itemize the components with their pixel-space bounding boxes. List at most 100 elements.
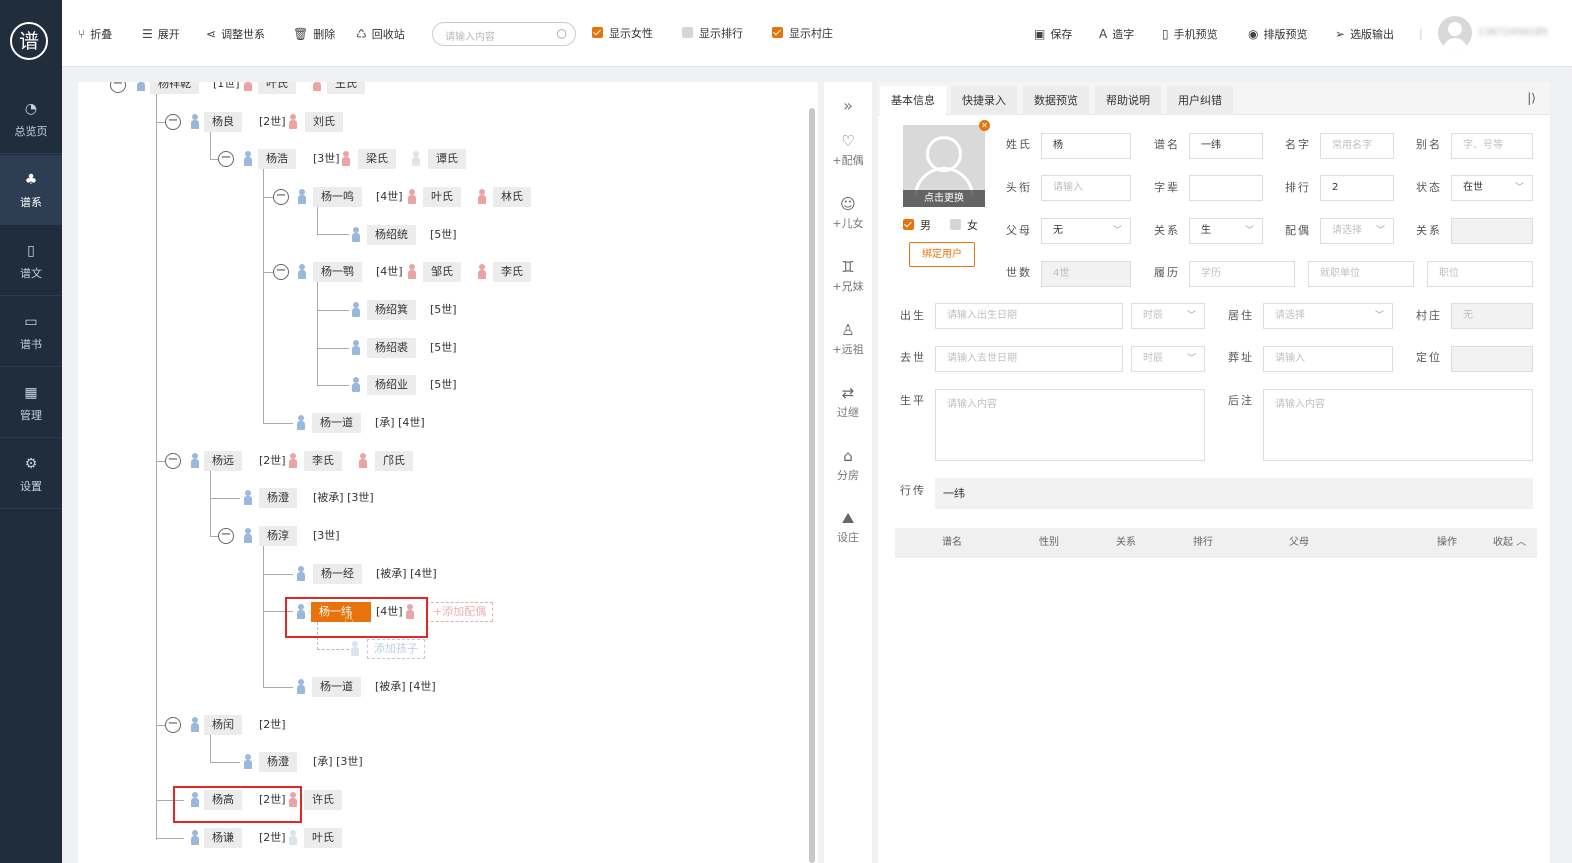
person-node[interactable]: 杨澄 [259, 752, 297, 772]
person-node[interactable]: 杨一鹗 [313, 262, 362, 282]
spouse-node[interactable]: 邹氏 [423, 262, 461, 282]
note-textarea[interactable]: 请输入内容 [1263, 389, 1533, 461]
checkbox-checked[interactable] [592, 27, 603, 38]
nav-manage[interactable]: ▦ 管理 [0, 368, 62, 438]
adopt-tool[interactable]: ⇄ 过继 [824, 384, 872, 420]
spouse-node[interactable]: 梁氏 [358, 149, 396, 169]
birth-time-select[interactable]: 时辰 ﹀ [1131, 303, 1205, 329]
alias-input[interactable]: 字、号等 [1451, 133, 1533, 159]
rank-input[interactable]: 2 [1320, 175, 1394, 201]
spouse-select[interactable]: 请选择 ﹀ [1320, 218, 1394, 244]
show-female-checkbox[interactable]: 显示女性 [592, 26, 653, 42]
spouse-node[interactable]: 叶氏 [304, 828, 342, 848]
puname-input[interactable]: 一纬 [1189, 133, 1263, 159]
burial-input[interactable]: 请输入 [1263, 346, 1393, 372]
person-node[interactable]: 杨远 [204, 451, 242, 471]
person-node[interactable]: 杨谦 [204, 828, 242, 848]
show-rank-checkbox[interactable]: 显示排行 [682, 26, 743, 42]
add-sibling-tool[interactable]: ♊ +兄妹 [824, 258, 872, 294]
surname-input[interactable]: 杨 [1041, 133, 1131, 159]
adjust-lineage-button[interactable]: ⋖ 调整世系 [206, 26, 265, 43]
checkbox-unchecked[interactable] [682, 27, 693, 38]
collapse-toggle[interactable]: − [165, 114, 181, 130]
collapse-toggle[interactable]: − [165, 717, 181, 733]
nav-overview[interactable]: ◔ 总览页 [0, 84, 62, 154]
death-date-input[interactable]: 请输入去世日期 [935, 346, 1123, 372]
collapse-button[interactable]: ⑂ 折叠 [78, 26, 112, 43]
show-village-checkbox[interactable]: 显示村庄 [772, 26, 833, 42]
person-node[interactable]: 杨一鸣 [313, 187, 362, 207]
search-icon[interactable]: ○ [557, 26, 567, 40]
collapse-toggle[interactable]: − [273, 264, 289, 280]
given-name-input[interactable]: 常用名字 [1320, 133, 1394, 159]
parent-select[interactable]: 无 ﹀ [1041, 218, 1131, 244]
title-input[interactable]: 请输入 [1041, 175, 1131, 201]
collapse-panel-icon[interactable]: |⟩ [1527, 91, 1536, 105]
death-time-select[interactable]: 时辰 ﹀ [1131, 346, 1205, 372]
person-node[interactable]: 杨淳 [259, 526, 297, 546]
spouse-node[interactable]: 林氏 [493, 187, 531, 207]
spouse-node[interactable]: 邝氏 [375, 451, 413, 471]
spouse-node[interactable]: 李氏 [493, 262, 531, 282]
spouse-node[interactable]: 叶氏 [423, 187, 461, 207]
person-node[interactable]: 杨良 [204, 112, 242, 132]
nav-settings[interactable]: ⚙ 设置 [0, 439, 62, 509]
residence-select[interactable]: 请选择 ﹀ [1263, 303, 1393, 329]
expand-button[interactable]: ☰ 展开 [142, 26, 180, 43]
work-unit-input[interactable]: 就职单位 [1308, 261, 1414, 287]
checkbox-unchecked[interactable] [950, 219, 961, 230]
nav-book[interactable]: ▭ 谱书 [0, 297, 62, 367]
person-node[interactable]: 杨一道 [312, 413, 361, 433]
spouse-node[interactable]: 谭氏 [428, 149, 466, 169]
add-child-button[interactable]: 添加孩子 [367, 639, 425, 659]
person-node[interactable]: 杨绍箕 [367, 300, 416, 320]
avatar[interactable] [1438, 16, 1472, 50]
add-child-tool[interactable]: ☺ +儿女 [824, 195, 872, 231]
collapse-toggle[interactable]: − [165, 453, 181, 469]
tab-help[interactable]: 帮助说明 [1095, 86, 1161, 115]
remove-photo-icon[interactable]: ✕ [979, 120, 990, 131]
person-node[interactable]: 杨澄 [259, 488, 297, 508]
biography-field[interactable]: 一纬 [935, 478, 1533, 509]
locate-input[interactable] [1451, 346, 1533, 372]
add-spouse-button[interactable]: +添加配偶 [426, 602, 494, 622]
male-checkbox[interactable]: 男 [903, 217, 931, 233]
person-node[interactable]: 杨绍业 [367, 375, 416, 395]
tree-scrollbar[interactable] [809, 108, 815, 863]
mobile-preview-button[interactable]: ▯ 手机预览 [1162, 26, 1218, 43]
collapse-toggle[interactable]: − [218, 528, 234, 544]
female-checkbox[interactable]: 女 [950, 217, 978, 233]
save-button[interactable]: ▣ 保存 [1034, 26, 1072, 43]
delete-button[interactable]: 🗑 删除 [293, 26, 335, 43]
profile-photo[interactable]: 点击更换 [903, 125, 985, 207]
add-ancestor-tool[interactable]: ♙ +远祖 [824, 321, 872, 357]
search-input[interactable]: 请输入内容 ○ [432, 22, 576, 46]
change-photo-label[interactable]: 点击更换 [903, 190, 985, 207]
spouse-node[interactable]: 许氏 [304, 790, 342, 810]
add-spouse-tool[interactable]: ♡ +配偶 [824, 132, 872, 168]
spouse-node[interactable]: 叶氏 [258, 82, 296, 94]
spouse-node[interactable]: 王氏 [327, 82, 365, 94]
bind-user-button[interactable]: 绑定用户 [909, 242, 975, 267]
person-node[interactable]: 杨祥乾 [150, 82, 199, 94]
status-select[interactable]: 在世 ﹀ [1451, 175, 1533, 201]
nav-family-tree[interactable]: ♣ 谱系 [0, 155, 62, 225]
nav-documents[interactable]: ▯ 谱文 [0, 226, 62, 296]
layout-preview-button[interactable]: ◉ 排版预览 [1248, 26, 1307, 43]
export-button[interactable]: ➢ 选版输出 [1335, 26, 1394, 43]
recycle-bin-button[interactable]: ♺ 回收站 [356, 26, 405, 43]
collapse-toggle[interactable]: − [110, 82, 126, 93]
tab-basic-info[interactable]: 基本信息 [880, 86, 946, 115]
life-textarea[interactable]: 请输入内容 [935, 389, 1205, 461]
person-node[interactable]: 杨绍统 [367, 225, 416, 245]
relation-select[interactable]: 生 ﹀ [1189, 218, 1263, 244]
branch-tool[interactable]: ⌂ 分房 [824, 447, 872, 483]
checkbox-checked[interactable] [903, 219, 914, 230]
birth-date-input[interactable]: 请输入出生日期 [935, 303, 1123, 329]
tab-data-preview[interactable]: 数据预览 [1023, 86, 1089, 115]
tab-user-feedback[interactable]: 用户纠错 [1167, 86, 1233, 115]
person-node[interactable]: 杨一经 [313, 564, 362, 584]
village-tool[interactable]: ⛰ 设庄 [824, 509, 872, 545]
person-node[interactable]: 杨浩 [258, 149, 296, 169]
person-node[interactable]: 杨闰 [204, 715, 242, 735]
